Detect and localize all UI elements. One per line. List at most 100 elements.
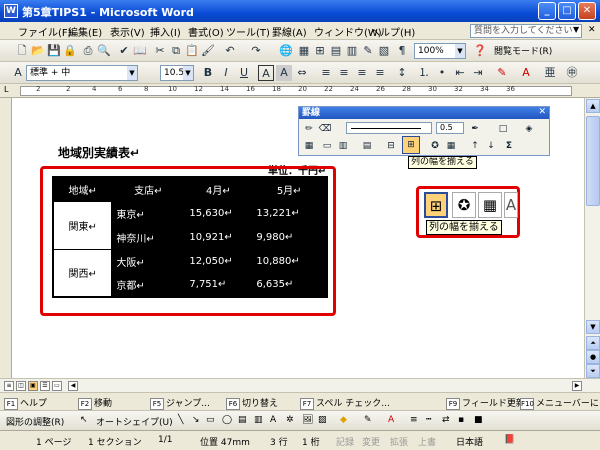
highlight-icon[interactable]: ✎ — [494, 65, 510, 81]
columns-icon[interactable]: ▥ — [344, 43, 360, 59]
bullets-icon[interactable]: • — [434, 65, 450, 81]
italic-button[interactable]: I — [218, 65, 234, 81]
paste-icon[interactable]: 📋 — [184, 43, 200, 59]
font-color-icon[interactable]: A — [388, 415, 394, 425]
fkey-field-update[interactable]: F9 フィールド更新 — [446, 396, 525, 410]
split-cells-icon[interactable]: ▥ — [336, 139, 350, 153]
close-icon[interactable]: ✕ — [538, 107, 546, 117]
menu-table[interactable]: 罫線(A) — [272, 24, 307, 39]
font-color-icon[interactable]: A — [518, 65, 534, 81]
picture-icon[interactable]: ▨ — [318, 415, 327, 425]
vertical-ruler[interactable] — [0, 98, 12, 378]
maximize-button[interactable]: □ — [558, 2, 576, 20]
status-record[interactable]: 記録 — [336, 435, 354, 448]
doc-close-icon[interactable]: ✕ — [588, 25, 596, 35]
diagram-icon[interactable]: ✲ — [286, 415, 294, 425]
horizontal-scrollbar[interactable]: ≡ ◫ ▣ ☰ ▭ ◀ ▶ — [0, 378, 600, 392]
hyperlink-icon[interactable]: 🌐 — [278, 43, 294, 59]
distribute-columns-icon[interactable]: ⊞ — [402, 136, 420, 154]
menu-file[interactable]: ファイル(F) — [18, 24, 72, 39]
scroll-down-icon[interactable]: ▼ — [586, 320, 600, 334]
rectangle-icon[interactable]: ▭ — [206, 415, 215, 425]
chevron-down-icon[interactable]: ▼ — [183, 66, 193, 80]
bold-button[interactable]: B — [200, 65, 216, 81]
dash-style-icon[interactable]: ┅ — [426, 415, 431, 425]
format-painter-icon[interactable]: 🖌 — [200, 43, 216, 59]
shading-color-icon[interactable]: ◈ — [522, 122, 536, 136]
menu-view[interactable]: 表示(V) — [110, 24, 145, 39]
previous-page-icon[interactable]: ⏶ — [586, 336, 600, 350]
menu-edit[interactable]: 編集(E) — [68, 24, 102, 39]
fkey-move[interactable]: F2 移動 — [78, 396, 112, 410]
word-app-icon[interactable]: W — [4, 4, 18, 18]
arrow-icon[interactable]: ↘ — [192, 415, 200, 425]
spelling-icon[interactable]: ✔ — [116, 43, 132, 59]
fill-color-icon[interactable]: ◆ — [340, 415, 347, 425]
reading-mode-button[interactable]: 閲覧モード(R) — [494, 44, 552, 57]
chevron-down-icon[interactable]: ▼ — [127, 66, 137, 80]
open-folder-icon[interactable]: 📂 — [30, 43, 46, 59]
merge-cells-icon[interactable]: ▭ — [320, 139, 334, 153]
fkey-switch[interactable]: F6 切り替え — [226, 396, 278, 410]
minimize-button[interactable]: _ — [538, 2, 556, 20]
numbering-icon[interactable]: ⒈ — [416, 65, 432, 81]
next-page-icon[interactable]: ⏷ — [586, 364, 600, 378]
save-icon[interactable]: 💾 — [46, 43, 62, 59]
scroll-up-icon[interactable]: ▲ — [586, 99, 600, 113]
zoom-combo[interactable]: 100% ▼ — [414, 43, 466, 59]
shadow-style-icon[interactable]: ▪ — [458, 415, 464, 425]
menu-tools[interactable]: ツール(T) — [226, 24, 270, 39]
line-spacing-icon[interactable]: ↕ — [394, 65, 410, 81]
decrease-indent-icon[interactable]: ⇤ — [452, 65, 468, 81]
tab-selector-icon[interactable]: L — [4, 85, 8, 94]
style-combo[interactable]: 標準 + 中 ▼ — [26, 65, 138, 81]
insert-table-icon[interactable]: ▦ — [302, 139, 316, 153]
borders-toolbar-title[interactable]: 罫線 — [299, 107, 549, 119]
font-size-combo[interactable]: 10.5 ▼ — [160, 65, 194, 81]
new-document-icon[interactable]: 🗋 — [14, 43, 30, 59]
outline-view-icon[interactable]: ☰ — [40, 381, 50, 391]
outside-border-icon[interactable]: □ — [496, 122, 510, 136]
character-border-button[interactable]: A — [258, 65, 274, 81]
line-icon[interactable]: ╲ — [178, 415, 183, 425]
draw-menu-button[interactable]: 図形の調整(R) — [6, 415, 64, 428]
fkey-menubar[interactable]: F10 メニューバーに — [520, 396, 599, 410]
scroll-thumb[interactable] — [586, 116, 600, 206]
print-icon[interactable]: ⎙ — [80, 43, 96, 59]
draw-table-icon[interactable]: ✏ — [302, 122, 316, 136]
redo-icon[interactable]: ↷ — [248, 43, 264, 59]
menu-help[interactable]: ヘルプ(H) — [370, 24, 415, 39]
browse-object-icon[interactable]: ● — [586, 350, 600, 364]
document-map-icon[interactable]: ▧ — [376, 43, 392, 59]
spelling-status-icon[interactable]: 📕 — [504, 435, 515, 445]
insert-table-icon[interactable]: ⊞ — [312, 43, 328, 59]
status-track-changes[interactable]: 変更 — [362, 435, 380, 448]
vertical-scrollbar[interactable]: ▲ ▼ ⏶ ● ⏷ — [584, 98, 600, 378]
menu-insert[interactable]: 挿入(I) — [150, 24, 181, 39]
justify-icon[interactable]: ≡ — [372, 65, 388, 81]
character-shading-button[interactable]: A — [276, 65, 292, 81]
text-box-icon[interactable]: ▤ — [238, 415, 247, 425]
align-left-icon[interactable]: ≡ — [318, 65, 334, 81]
distribute-rows-icon[interactable]: ⊟ — [384, 139, 398, 153]
close-button[interactable]: ✕ — [578, 2, 596, 20]
wordart-icon[interactable]: A — [270, 415, 276, 425]
3d-style-icon[interactable]: ■ — [474, 415, 483, 425]
phonetic-guide-icon[interactable]: 亜 — [542, 65, 558, 81]
styles-icon[interactable]: A — [10, 65, 26, 81]
eraser-icon[interactable]: ⌫ — [318, 122, 332, 136]
research-icon[interactable]: 📖 — [132, 43, 148, 59]
character-scale-icon[interactable]: ⇔ — [294, 65, 310, 81]
insert-excel-icon[interactable]: ▤ — [328, 43, 344, 59]
normal-view-icon[interactable]: ≡ — [4, 381, 14, 391]
fkey-jump[interactable]: F5 ジャンプ... — [150, 396, 210, 410]
fkey-spelling[interactable]: F7 スペル チェック... — [300, 396, 390, 410]
help-icon[interactable]: ❓ — [472, 43, 488, 59]
border-color-icon[interactable]: ✒ — [468, 122, 482, 136]
align-cell-icon[interactable]: ▤ — [360, 139, 374, 153]
cut-icon[interactable]: ✂ — [152, 43, 168, 59]
line-style-icon[interactable]: ≡ — [410, 415, 418, 425]
line-color-icon[interactable]: ✎ — [364, 415, 372, 425]
increase-indent-icon[interactable]: ⇥ — [470, 65, 486, 81]
clip-art-icon[interactable]: 🖼 — [302, 415, 313, 425]
